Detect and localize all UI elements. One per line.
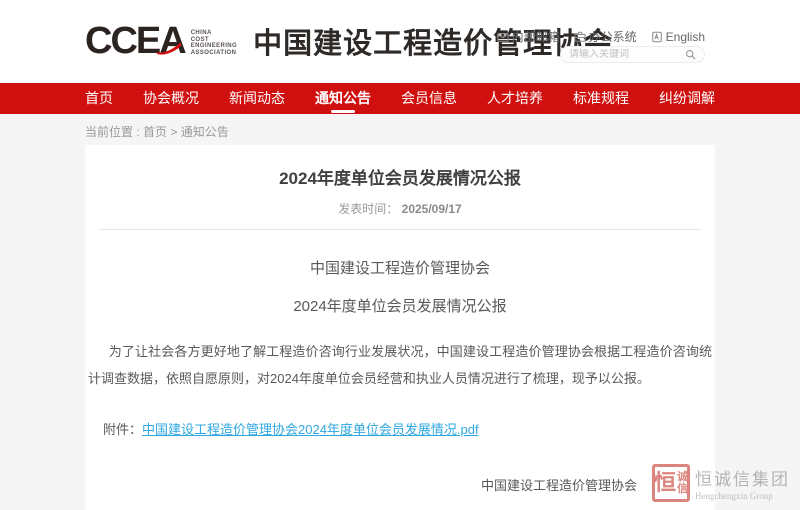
- tagline-line: ASSOCIATION: [191, 50, 237, 57]
- breadcrumb-current[interactable]: 通知公告: [181, 125, 229, 139]
- utility-links: 内部邮箱 办公系统 English: [497, 28, 705, 45]
- seal-top-char: 诚: [677, 471, 688, 483]
- nav-item-notices[interactable]: 通知公告: [315, 83, 371, 114]
- english-label: English: [666, 30, 705, 44]
- hengchengxin-seal-icon: 恒 诚 信: [652, 464, 690, 502]
- search-input[interactable]: [569, 49, 685, 60]
- search-icon[interactable]: [685, 49, 696, 60]
- main-nav: 首页 协会概况 新闻动态 通知公告 会员信息 人才培养 标准规程 纠纷调解: [0, 83, 800, 114]
- english-link[interactable]: English: [651, 30, 705, 44]
- breadcrumb-home-link[interactable]: 首页: [143, 125, 167, 139]
- ccea-wordmark: CCEA: [85, 21, 185, 61]
- nav-item-association-overview[interactable]: 协会概况: [143, 83, 199, 114]
- attachment-row: 附件：中国建设工程造价管理协会2024年度单位会员发展情况.pdf: [103, 419, 715, 438]
- breadcrumb: 当前位置 : 首页 > 通知公告: [0, 114, 800, 148]
- ccea-letter-a: A: [159, 21, 184, 61]
- publish-date-row: 发表时间： 2025/09/17: [85, 200, 715, 217]
- seal-bottom-char: 信: [677, 483, 688, 495]
- article-paragraph: 为了让社会各方更好地了解工程造价咨询行业发展状况，中国建设工程造价管理协会根据工…: [88, 338, 712, 392]
- article-title: 2024年度单位会员发展情况公报: [85, 145, 715, 189]
- breadcrumb-separator: >: [167, 125, 181, 139]
- page: CCEA CHINA COST ENGINEERING ASSOCIATION …: [0, 0, 800, 510]
- nav-item-news[interactable]: 新闻动态: [229, 83, 285, 114]
- signature-name: 中国建设工程造价管理协会: [481, 475, 637, 494]
- publish-date-value: 2025/09/17: [402, 202, 462, 216]
- article-card: 2024年度单位会员发展情况公报 发表时间： 2025/09/17 中国建设工程…: [85, 145, 715, 510]
- office-system-link[interactable]: 办公系统: [574, 28, 637, 45]
- internal-mail-link[interactable]: 内部邮箱: [497, 28, 560, 45]
- nav-item-member-info[interactable]: 会员信息: [401, 83, 457, 114]
- logo-red-swoosh-icon: [156, 41, 182, 55]
- attachment-pdf-link[interactable]: 中国建设工程造价管理协会2024年度单位会员发展情况.pdf: [142, 422, 479, 437]
- watermark-name-cn: 恒诚信集团: [695, 465, 790, 490]
- breadcrumb-prefix: 当前位置 :: [85, 125, 143, 139]
- office-system-label: 办公系统: [589, 28, 637, 45]
- nav-item-standards[interactable]: 标准规程: [573, 83, 629, 114]
- seal-main-char: 恒: [654, 472, 676, 494]
- envelope-icon: [497, 31, 509, 43]
- briefcase-icon: [574, 31, 586, 43]
- title-divider: [99, 229, 701, 230]
- globe-book-icon: [651, 31, 663, 43]
- site-header: CCEA CHINA COST ENGINEERING ASSOCIATION …: [0, 0, 800, 83]
- signature-block: 中国建设工程造价管理协会 2025年9月17日: [85, 475, 637, 510]
- nav-item-talent-training[interactable]: 人才培养: [487, 83, 543, 114]
- hengchengxin-watermark: 恒 诚 信 恒诚信集团 Hengchengxin Group: [652, 464, 790, 502]
- article-heading-line2: 2024年度单位会员发展情况公报: [85, 295, 715, 316]
- article-heading-line1: 中国建设工程造价管理协会: [85, 257, 715, 278]
- nav-item-dispute-mediation[interactable]: 纠纷调解: [659, 83, 715, 114]
- nav-item-home[interactable]: 首页: [85, 83, 113, 114]
- ccea-prefix: CCE: [85, 20, 159, 62]
- watermark-name-en: Hengchengxin Group: [695, 491, 790, 501]
- logo-tagline: CHINA COST ENGINEERING ASSOCIATION: [191, 30, 237, 56]
- publish-date-label: 发表时间：: [338, 202, 401, 216]
- tagline-line: ENGINEERING: [191, 43, 237, 50]
- attachment-label: 附件：: [103, 422, 142, 437]
- internal-mail-label: 内部邮箱: [512, 28, 560, 45]
- search-box: [560, 46, 705, 63]
